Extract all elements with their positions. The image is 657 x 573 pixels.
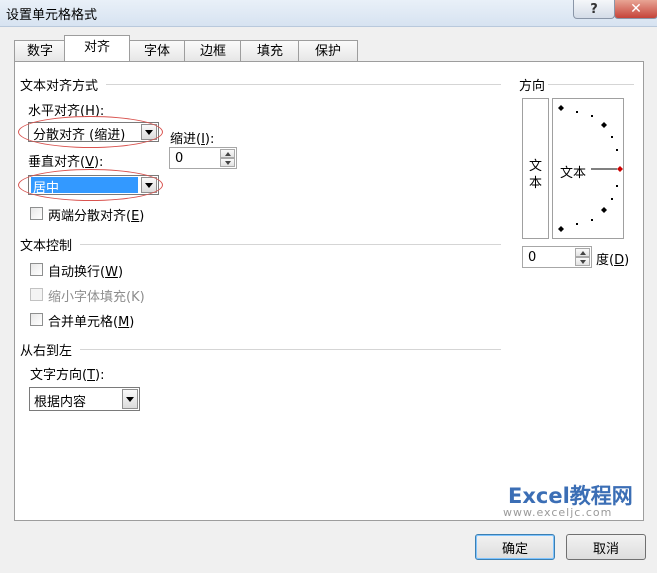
section-divider xyxy=(80,244,501,245)
tab-label: 字体 xyxy=(143,44,170,59)
text-direction-value: 根据内容 xyxy=(34,395,87,410)
spin-up-icon[interactable] xyxy=(575,248,590,257)
justify-distributed-checkbox[interactable] xyxy=(30,207,43,220)
indent-label: 缩进(I): xyxy=(170,132,215,147)
indent-stepper[interactable]: 0 xyxy=(169,147,237,169)
tab-border[interactable]: 边框 xyxy=(184,40,242,62)
degrees-stepper[interactable]: 0 xyxy=(522,246,592,268)
help-icon: ? xyxy=(590,1,598,17)
tab-font[interactable]: 字体 xyxy=(128,40,186,62)
close-button[interactable]: ✕ xyxy=(614,0,657,19)
spin-down-icon[interactable] xyxy=(575,257,590,266)
degrees-value: 0 xyxy=(528,250,537,265)
section-divider xyxy=(106,84,501,85)
tab-alignment[interactable]: 对齐 xyxy=(64,35,130,61)
watermark-url: www.exceljc.com xyxy=(503,506,613,519)
degrees-label: 度(D) xyxy=(596,253,630,268)
cancel-button-label: 取消 xyxy=(592,541,619,557)
text-control-section-label: 文本控制 xyxy=(20,239,73,254)
highlight-ellipse-horizontal xyxy=(18,116,163,148)
spin-up-icon[interactable] xyxy=(220,149,235,158)
vertical-align-label: 垂直对齐(V): xyxy=(28,155,104,170)
dialog-title: 设置单元格格式 xyxy=(6,8,98,23)
indent-value: 0 xyxy=(175,151,184,166)
vertical-text-toggle[interactable]: 文 本 xyxy=(522,98,549,239)
justify-distributed-label: 两端分散对齐(E) xyxy=(48,209,145,224)
dial-text: 文本 xyxy=(560,166,587,181)
wrap-text-checkbox[interactable] xyxy=(30,263,43,276)
tab-label: 填充 xyxy=(256,44,283,59)
section-divider xyxy=(548,84,634,85)
text-direction-select[interactable]: 根据内容 xyxy=(29,387,140,411)
text-alignment-section-label: 文本对齐方式 xyxy=(20,79,99,94)
orientation-dial[interactable]: 文本 xyxy=(552,98,624,239)
vertical-text-char: 本 xyxy=(529,176,543,191)
shrink-to-fit-checkbox xyxy=(30,288,43,301)
close-icon: ✕ xyxy=(630,1,642,17)
help-button[interactable]: ? xyxy=(573,0,615,19)
wrap-text-label: 自动换行(W) xyxy=(48,265,124,280)
tab-label: 对齐 xyxy=(83,40,110,55)
title-bar: 设置单元格格式 ? ✕ xyxy=(0,0,657,27)
section-divider xyxy=(80,349,501,350)
tab-label: 边框 xyxy=(199,44,226,59)
shrink-to-fit-label: 缩小字体填充(K) xyxy=(48,290,145,305)
highlight-ellipse-vertical xyxy=(18,169,163,201)
spin-down-icon[interactable] xyxy=(220,158,235,167)
tab-number[interactable]: 数字 xyxy=(14,40,66,62)
ok-button-label: 确定 xyxy=(501,541,528,557)
chevron-down-icon[interactable] xyxy=(122,389,138,409)
tab-label: 数字 xyxy=(26,44,53,59)
rtl-section-label: 从右到左 xyxy=(20,344,73,359)
cancel-button[interactable]: 取消 xyxy=(566,534,646,560)
merge-cells-label: 合并单元格(M) xyxy=(48,315,135,330)
text-direction-label: 文字方向(T): xyxy=(30,368,105,383)
tab-protection[interactable]: 保护 xyxy=(298,40,358,62)
orientation-section-label: 方向 xyxy=(519,79,546,94)
merge-cells-checkbox[interactable] xyxy=(30,313,43,326)
tab-fill[interactable]: 填充 xyxy=(240,40,300,62)
tab-label: 保护 xyxy=(314,44,341,59)
ok-button[interactable]: 确定 xyxy=(475,534,555,560)
